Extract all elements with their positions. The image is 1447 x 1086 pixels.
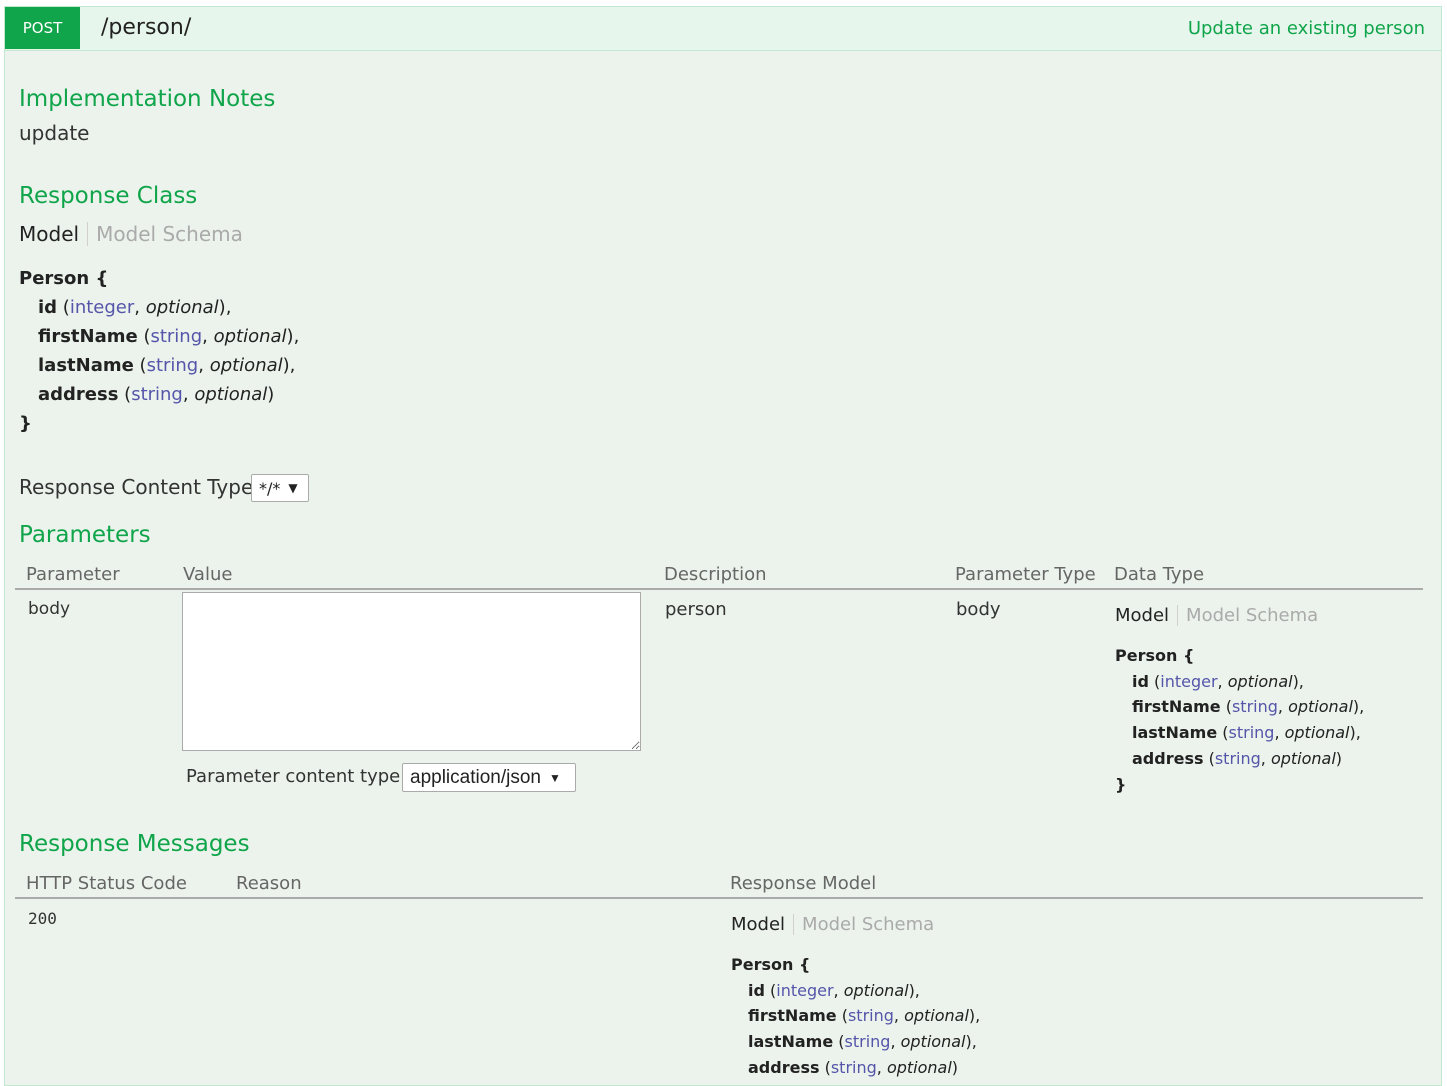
model-prop-firstname: firstName (string, optional), bbox=[1132, 697, 1365, 717]
status-code: 200 bbox=[28, 909, 57, 928]
col-response-model: Response Model bbox=[730, 873, 877, 894]
model-prop-id: id (integer, optional), bbox=[38, 297, 232, 318]
model-title: Person { bbox=[731, 955, 811, 974]
col-http-status-code: HTTP Status Code bbox=[26, 873, 187, 894]
model-prop-address: address (string, optional) bbox=[38, 384, 275, 405]
col-parameter-type: Parameter Type bbox=[955, 564, 1096, 585]
model-title: Person { bbox=[19, 268, 109, 289]
model-prop-lastname: lastName (string, optional), bbox=[38, 355, 296, 376]
implementation-notes-text: update bbox=[19, 121, 90, 145]
response-class-heading: Response Class bbox=[19, 183, 198, 209]
param-content-type-label: Parameter content type: bbox=[186, 766, 407, 787]
response-content-type-label: Response Content Type bbox=[19, 475, 254, 499]
param-data-type-model[interactable]: Person { id (integer, optional), firstNa… bbox=[1115, 643, 1364, 797]
model-close: } bbox=[19, 413, 32, 434]
model-prop-firstname: firstName (string, optional), bbox=[38, 326, 300, 347]
model-title: Person { bbox=[1115, 646, 1195, 665]
model-close: } bbox=[1115, 774, 1127, 794]
response-messages-heading: Response Messages bbox=[19, 831, 250, 857]
parameters-heading: Parameters bbox=[19, 522, 151, 548]
model-prop-id: id (integer, optional), bbox=[748, 980, 920, 1000]
response-content-type-select[interactable]: */* ▼ bbox=[251, 474, 309, 502]
response-messages-table-header: HTTP Status Code Reason Response Model bbox=[15, 867, 1423, 899]
param-data-type-tabs: Model Model Schema bbox=[1115, 598, 1318, 632]
tab-model[interactable]: Model bbox=[1115, 604, 1179, 626]
col-reason: Reason bbox=[236, 873, 302, 894]
response-model-tabs: Model Model Schema bbox=[731, 907, 934, 941]
parameters-table-header: Parameter Value Description Parameter Ty… bbox=[15, 558, 1423, 590]
tab-model[interactable]: Model bbox=[731, 913, 795, 935]
param-description: person bbox=[665, 599, 727, 620]
operation-panel: POST /person/ Update an existing person bbox=[4, 6, 1442, 1086]
body-value-input[interactable] bbox=[182, 592, 641, 751]
implementation-notes-heading: Implementation Notes bbox=[19, 86, 276, 112]
dropdown-arrow-icon: ▼ bbox=[548, 770, 561, 785]
dropdown-arrow-icon: ▼ bbox=[288, 481, 298, 495]
param-name: body bbox=[28, 599, 71, 619]
response-class-tabs: Model Model Schema bbox=[19, 216, 243, 252]
col-data-type: Data Type bbox=[1114, 564, 1205, 585]
param-content-type-value: application/json bbox=[410, 766, 541, 788]
col-parameter: Parameter bbox=[26, 564, 120, 585]
tab-model-schema[interactable]: Model Schema bbox=[88, 222, 243, 246]
tab-model-schema[interactable]: Model Schema bbox=[794, 914, 934, 935]
model-prop-id: id (integer, optional), bbox=[1132, 671, 1304, 691]
method-badge[interactable]: POST bbox=[5, 7, 80, 49]
operation-summary[interactable]: Update an existing person bbox=[1188, 18, 1425, 39]
model-prop-address: address (string, optional) bbox=[748, 1057, 959, 1077]
operation-header[interactable]: POST /person/ Update an existing person bbox=[5, 7, 1441, 51]
response-class-model: Person { id (integer, optional), firstNa… bbox=[19, 264, 299, 438]
param-content-type-select[interactable]: application/json ▼ bbox=[402, 763, 576, 792]
col-description: Description bbox=[664, 564, 767, 585]
col-value: Value bbox=[183, 564, 233, 585]
tab-model[interactable]: Model bbox=[19, 222, 89, 246]
model-prop-lastname: lastName (string, optional), bbox=[1132, 723, 1361, 743]
response-content-type-value: */* bbox=[259, 478, 281, 498]
operation-path[interactable]: /person/ bbox=[101, 15, 191, 40]
model-prop-lastname: lastName (string, optional), bbox=[748, 1032, 977, 1052]
tab-model-schema[interactable]: Model Schema bbox=[1178, 605, 1318, 626]
model-prop-address: address (string, optional) bbox=[1132, 748, 1343, 768]
param-type: body bbox=[956, 599, 1001, 620]
model-prop-firstname: firstName (string, optional), bbox=[748, 1006, 981, 1026]
response-model[interactable]: Person { id (integer, optional), firstNa… bbox=[731, 952, 980, 1081]
